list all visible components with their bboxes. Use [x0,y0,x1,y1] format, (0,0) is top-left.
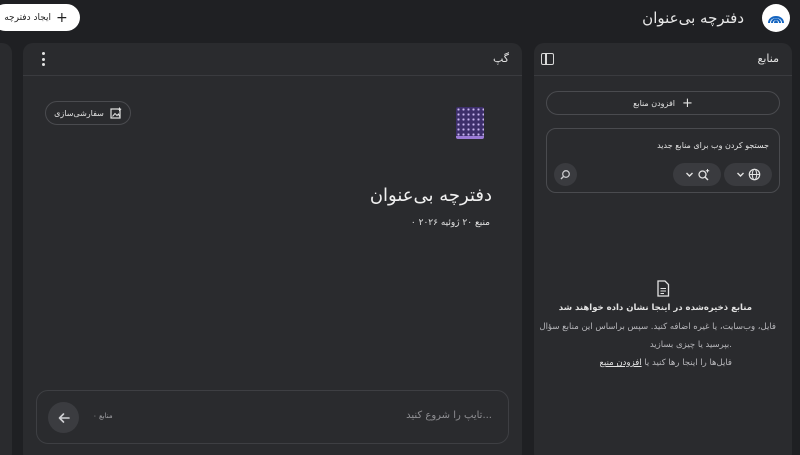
arrow-left-icon [58,412,70,423]
empty-sources-line: فایل، وب‌سایت، یا غیره اضافه کنید. سپس ب… [539,322,776,332]
chevron-down-icon [736,172,744,177]
chat-composer[interactable]: تایپ را شروع کنید... ۰ منابع [36,390,509,444]
studio-panel [0,43,12,455]
send-button[interactable] [48,402,79,433]
add-source-label: افزودن منابع [633,98,676,108]
notebook-emoji-icon [456,107,484,139]
search-sparkle-icon [697,169,709,181]
empty-sources-line: بپرسید یا چیزی بسازید. [649,340,732,350]
add-source-link[interactable]: افزودن منبع [599,358,641,368]
create-notebook-button[interactable]: + ایجاد دفترچه [0,4,80,31]
customize-button[interactable]: سفارشی‌سازی [45,101,131,125]
plus-icon: + [682,95,693,111]
chevron-down-icon [685,172,693,177]
notebook-meta: ۰ منبع ۲۰ ژوئیه ۲۰۲۶ [410,218,490,228]
sources-panel-title: منابع [757,52,779,65]
web-search-box[interactable]: جستجو کردن وب برای منابع جدید [546,128,780,193]
plus-icon: + [56,9,68,26]
research-mode-dropdown[interactable] [673,163,721,186]
source-count: ۰ منابع [93,412,113,420]
document-icon [657,280,670,297]
web-search-input[interactable]: جستجو کردن وب برای منابع جدید [657,141,769,150]
empty-sources-title: منابع ذخیره‌شده در اینجا نشان داده خواهن… [558,303,752,313]
empty-sources-drop-hint: فایل‌ها را اینجا رها کنید یا افزودن منبع [599,358,732,368]
globe-icon [748,168,760,181]
web-source-dropdown[interactable] [724,163,772,186]
sources-panel-header: منابع [534,43,792,76]
notebooklm-logo-icon[interactable] [762,4,790,32]
top-header: + ایجاد دفترچه دفترچه بی‌عنوان [0,0,800,40]
more-options-icon[interactable] [37,52,49,66]
add-source-button[interactable]: + افزودن منابع [546,91,780,115]
chat-panel-title: گپ [492,52,509,65]
chat-panel-header: گپ [23,43,522,76]
create-notebook-label: ایجاد دفترچه [4,12,52,23]
image-edit-icon [110,107,122,119]
notebook-title[interactable]: دفترچه بی‌عنوان [642,5,744,31]
collapse-panel-icon[interactable] [541,53,554,65]
chat-panel: گپ سفارشی‌سازی دفترچه بی‌عنوان ۰ منبع ۲۰… [23,43,522,455]
notebook-heading: دفترچه بی‌عنوان [369,185,492,206]
search-icon [560,170,570,180]
chat-input[interactable]: تایپ را شروع کنید... [406,410,492,421]
sources-panel: منابع + افزودن منابع جستجو کردن وب برای … [534,43,792,455]
customize-label: سفارشی‌سازی [54,108,104,118]
drop-hint-text: فایل‌ها را اینجا رها کنید یا [644,358,732,368]
search-submit-button[interactable] [554,163,577,186]
